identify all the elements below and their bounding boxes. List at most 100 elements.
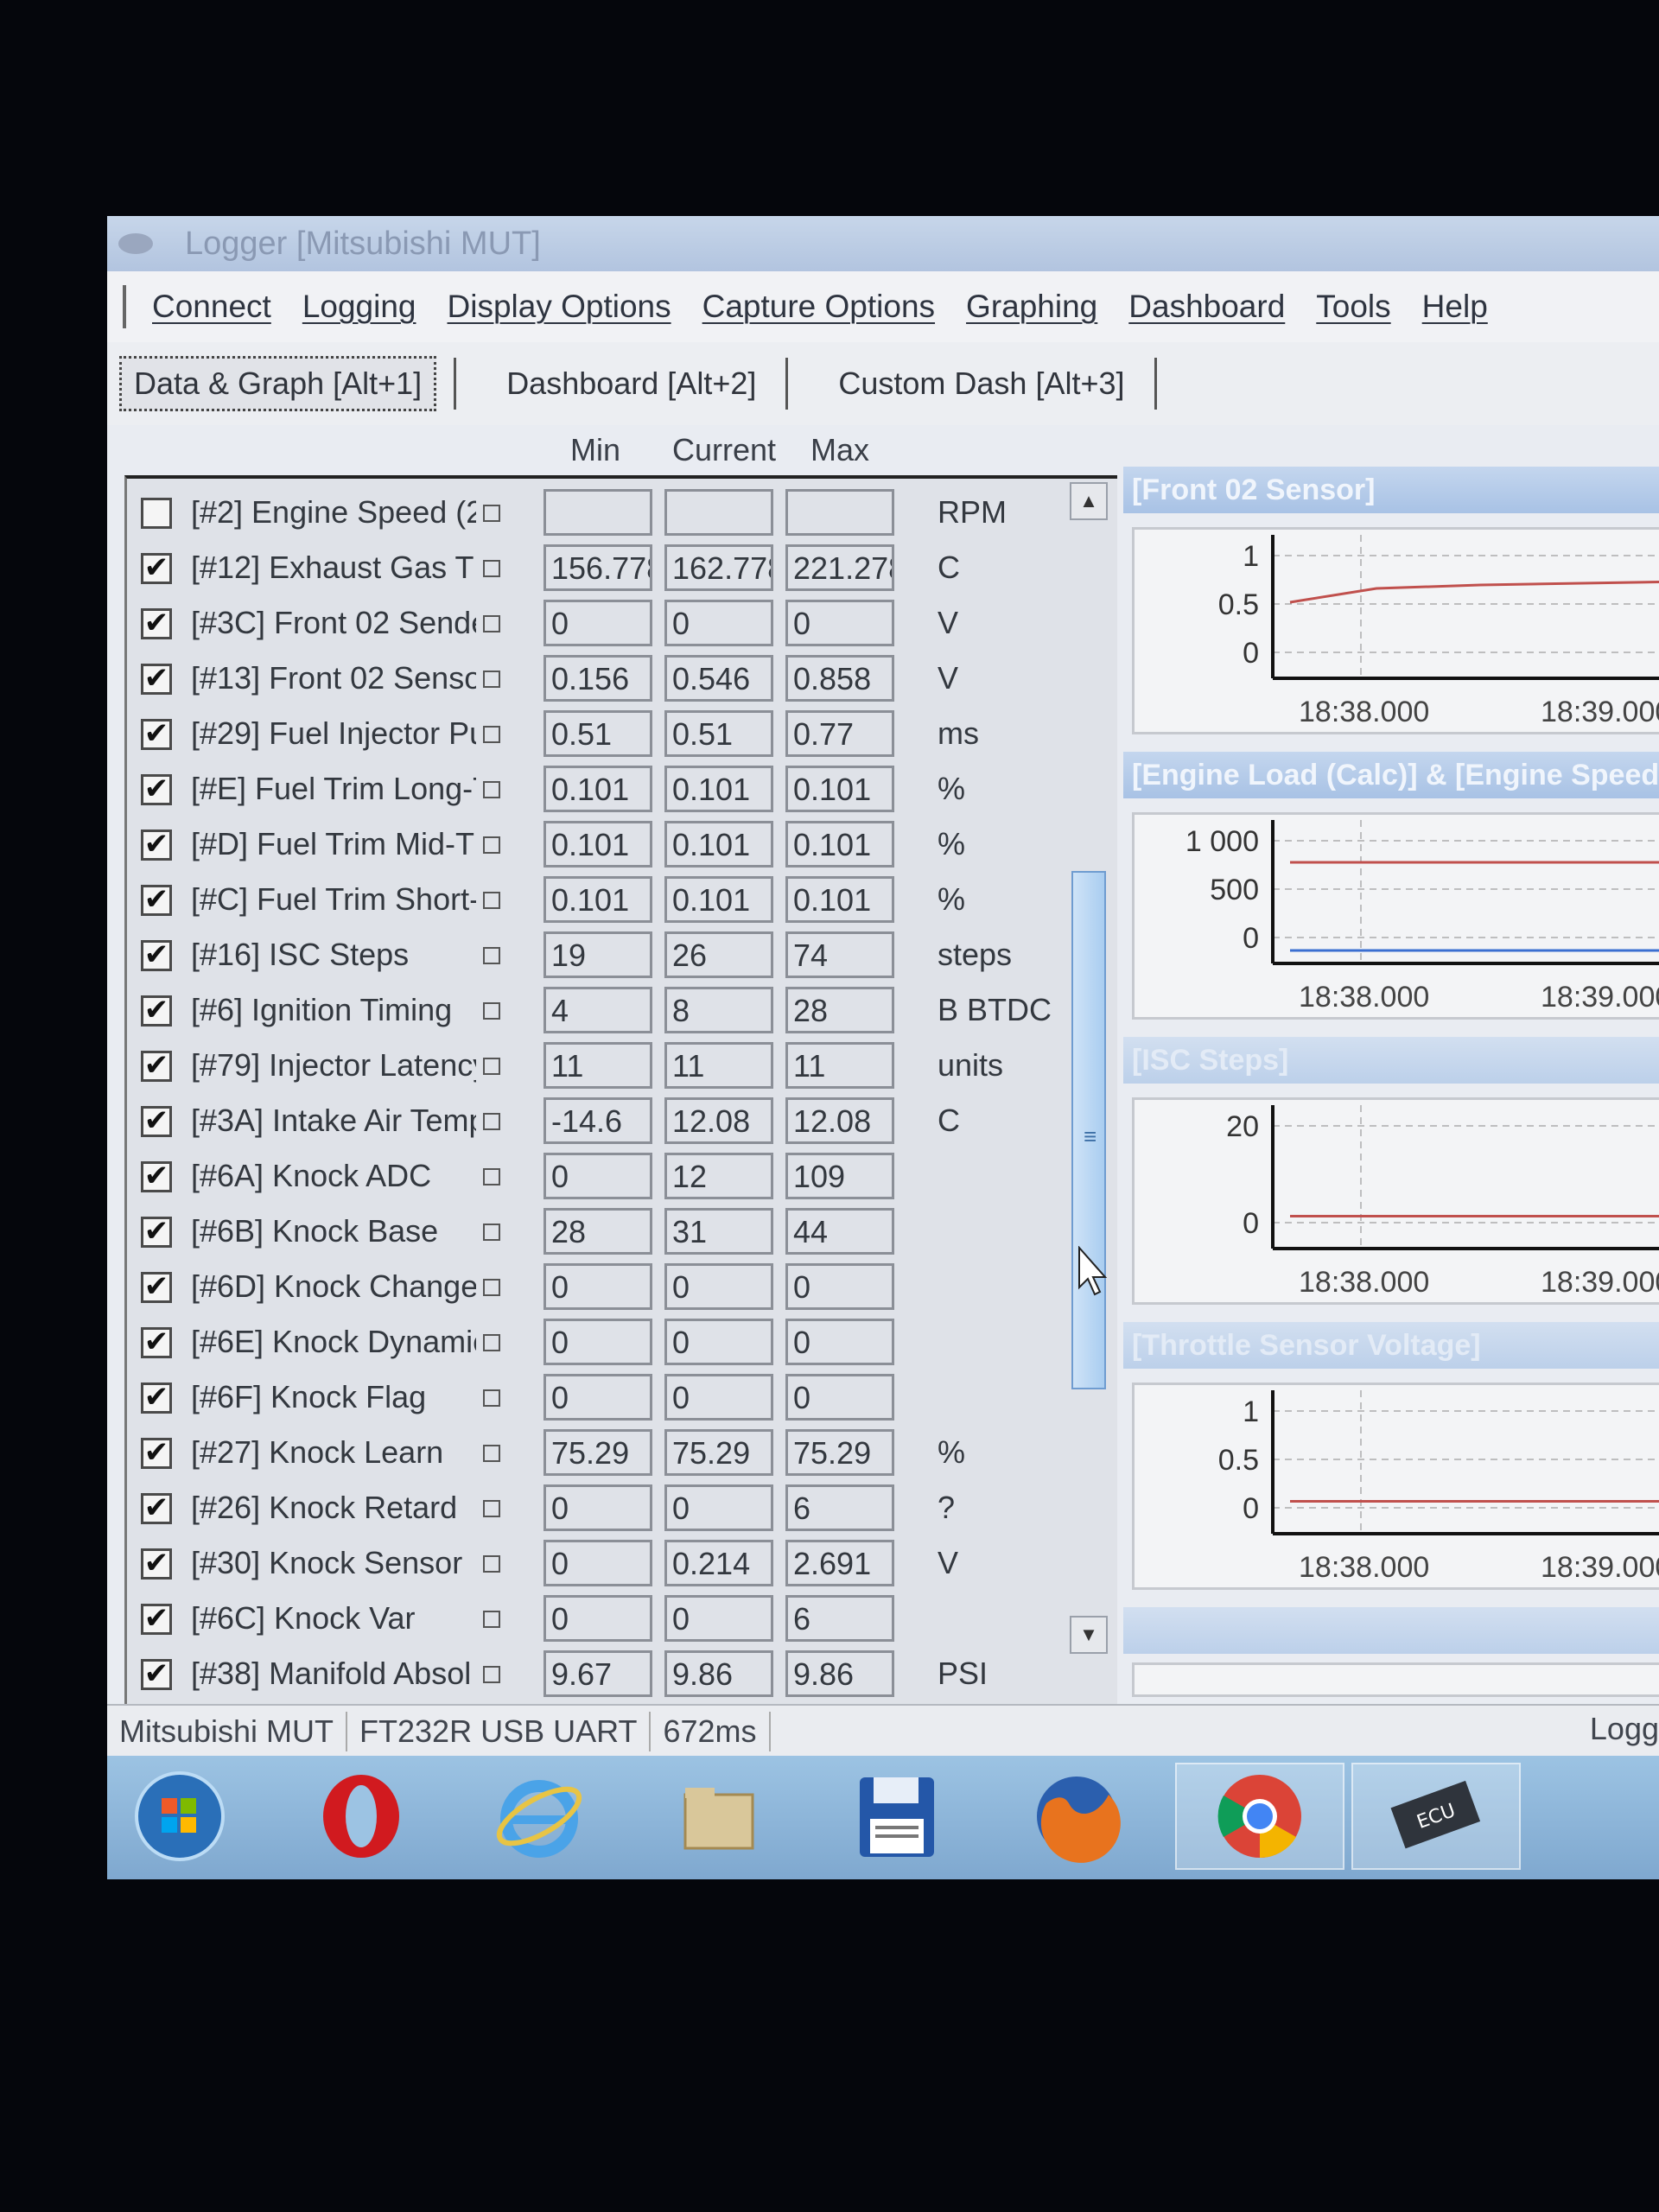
row-checkbox[interactable]: ✔ — [141, 995, 172, 1027]
row-options-icon[interactable] — [483, 560, 500, 577]
opera-icon[interactable] — [306, 1763, 416, 1870]
row-checkbox[interactable]: ✔ — [141, 885, 172, 916]
parameter-row[interactable]: ✔ [#16] ISC Steps 19 26 74 steps — [127, 928, 1077, 983]
row-checkbox[interactable]: ✔ — [141, 830, 172, 861]
row-options-icon[interactable] — [483, 1168, 500, 1185]
row-checkbox[interactable] — [141, 498, 172, 529]
row-options-icon[interactable] — [483, 947, 500, 964]
row-checkbox[interactable]: ✔ — [141, 1493, 172, 1524]
scroll-thumb[interactable]: ≡ — [1071, 871, 1106, 1389]
parameter-name: [#27] Knock Learn — [191, 1434, 444, 1470]
row-checkbox[interactable]: ✔ — [141, 1051, 172, 1082]
parameter-row[interactable]: ✔ [#6E] Knock Dynamic 0 0 0 — [127, 1315, 1077, 1370]
menu-dashboard[interactable]: Dashboard — [1128, 289, 1285, 325]
value-max: 109 — [785, 1153, 894, 1199]
start-orb-icon[interactable] — [124, 1763, 235, 1870]
parameter-row[interactable]: [#2] Engine Speed (2 RPM — [127, 486, 1077, 541]
row-options-icon[interactable] — [483, 892, 500, 909]
parameter-row[interactable]: ✔ [#6D] Knock Change 0 0 0 — [127, 1260, 1077, 1315]
menu-capture-options[interactable]: Capture Options — [702, 289, 935, 325]
menu-graphing[interactable]: Graphing — [966, 289, 1097, 325]
menu-tools[interactable]: Tools — [1316, 289, 1390, 325]
row-options-icon[interactable] — [483, 1279, 500, 1296]
row-checkbox[interactable]: ✔ — [141, 719, 172, 750]
file-explorer-icon[interactable] — [664, 1763, 774, 1870]
row-checkbox[interactable]: ✔ — [141, 664, 172, 695]
parameter-row[interactable]: ✔ [#29] Fuel Injector Pu 0.51 0.51 0.77 ms — [127, 707, 1077, 762]
row-options-icon[interactable] — [483, 671, 500, 688]
row-checkbox[interactable]: ✔ — [141, 1161, 172, 1192]
value-current: 9.86 — [664, 1650, 773, 1697]
value-max: 0.101 — [785, 821, 894, 868]
menu-logging[interactable]: Logging — [302, 289, 416, 325]
row-checkbox[interactable]: ✔ — [141, 1327, 172, 1358]
value-max: 0 — [785, 1319, 894, 1365]
parameter-row[interactable]: ✔ [#26] Knock Retard 0 0 6? — [127, 1481, 1077, 1536]
row-options-icon[interactable] — [483, 505, 500, 522]
chrome-icon[interactable] — [1175, 1763, 1344, 1870]
tab-custom-dash[interactable]: Custom Dash [Alt+3] — [826, 359, 1136, 409]
parameter-row[interactable]: ✔ [#6A] Knock ADC 0 12 109 — [127, 1149, 1077, 1205]
internet-explorer-icon[interactable] — [484, 1763, 594, 1870]
graph-panel: [ISC Steps] 20 0 18:38.000 18:39.000 — [1123, 1037, 1659, 1313]
firefox-icon[interactable] — [1021, 1763, 1132, 1870]
row-options-icon[interactable] — [483, 615, 500, 632]
row-checkbox[interactable]: ✔ — [141, 1548, 172, 1580]
scroll-down-arrow-icon[interactable]: ▼ — [1070, 1616, 1108, 1654]
row-checkbox[interactable]: ✔ — [141, 608, 172, 639]
row-options-icon[interactable] — [483, 726, 500, 743]
parameter-row[interactable]: ✔ [#27] Knock Learn 75.29 75.29 75.29% — [127, 1426, 1077, 1481]
menu-help[interactable]: Help — [1422, 289, 1488, 325]
row-checkbox[interactable]: ✔ — [141, 1217, 172, 1248]
tab-data-graph[interactable]: Data & Graph [Alt+1] — [119, 356, 437, 411]
parameter-name: [#26] Knock Retard — [191, 1490, 458, 1525]
row-checkbox[interactable]: ✔ — [141, 1272, 172, 1303]
row-checkbox[interactable]: ✔ — [141, 774, 172, 805]
row-checkbox[interactable]: ✔ — [141, 553, 172, 584]
row-checkbox[interactable]: ✔ — [141, 940, 172, 971]
row-options-icon[interactable] — [483, 1334, 500, 1351]
parameter-row[interactable]: ✔ [#C] Fuel Trim Short- 0.101 0.101 0.101% — [127, 873, 1077, 928]
parameter-row[interactable]: ✔ [#6C] Knock Var 0 0 6 — [127, 1592, 1077, 1647]
row-options-icon[interactable] — [483, 1611, 500, 1628]
row-checkbox[interactable]: ✔ — [141, 1659, 172, 1690]
ecu-chip-icon[interactable]: ECU — [1351, 1763, 1521, 1870]
row-options-icon[interactable] — [483, 1555, 500, 1573]
parameter-row[interactable]: ✔ [#79] Injector Latency 11 11 11 units — [127, 1039, 1077, 1094]
vertical-scrollbar[interactable]: ▲ ≡ ▼ — [1070, 482, 1108, 1879]
row-options-icon[interactable] — [483, 1113, 500, 1130]
row-options-icon[interactable] — [483, 1058, 500, 1075]
row-options-icon[interactable] — [483, 1666, 500, 1683]
row-checkbox[interactable]: ✔ — [141, 1106, 172, 1137]
row-options-icon[interactable] — [483, 1389, 500, 1407]
row-options-icon[interactable] — [483, 836, 500, 854]
parameter-row[interactable]: ✔ [#30] Knock Sensor 0 0.214 2.691 V — [127, 1536, 1077, 1592]
parameter-row[interactable]: ✔ [#12] Exhaust Gas T 156.778 162.778 221.27… — [127, 541, 1077, 596]
row-options-icon[interactable] — [483, 1002, 500, 1020]
row-options-icon[interactable] — [483, 1445, 500, 1462]
row-options-icon[interactable] — [483, 1224, 500, 1241]
row-options-icon[interactable] — [483, 781, 500, 798]
parameter-row[interactable]: ✔ [#13] Front 02 Sensor 0.156 0.546 0.858 V — [127, 652, 1077, 707]
parameter-row[interactable]: ✔ [#38] Manifold Absol 9.67 9.86 9.86 PSI — [127, 1647, 1077, 1702]
tab-dashboard[interactable]: Dashboard [Alt+2] — [494, 359, 768, 409]
parameter-row[interactable]: ✔ [#3A] Intake Air Temp -14.6 12.08 12.08 C — [127, 1094, 1077, 1149]
save-disk-icon[interactable] — [842, 1763, 952, 1870]
x-tick-label: 18:39.000 — [1541, 696, 1659, 728]
value-min: 0.101 — [543, 766, 652, 812]
parameter-row[interactable]: ✔ [#D] Fuel Trim Mid-T 0.101 0.101 0.101% — [127, 817, 1077, 873]
scroll-up-arrow-icon[interactable]: ▲ — [1070, 482, 1108, 520]
value-max: 12.08 — [785, 1097, 894, 1144]
menu-display-options[interactable]: Display Options — [448, 289, 671, 325]
menu-connect[interactable]: Connect — [152, 289, 271, 325]
row-options-icon[interactable] — [483, 1500, 500, 1517]
row-checkbox[interactable]: ✔ — [141, 1382, 172, 1414]
parameter-row[interactable]: ✔ [#6] Ignition Timing 4 8 28 B BTDC — [127, 983, 1077, 1039]
parameter-row[interactable]: ✔ [#3C] Front 02 Sende 0 0 0 V — [127, 596, 1077, 652]
row-checkbox[interactable]: ✔ — [141, 1604, 172, 1635]
tab-separator — [1154, 358, 1157, 410]
row-checkbox[interactable]: ✔ — [141, 1438, 172, 1469]
parameter-row[interactable]: ✔ [#6B] Knock Base 28 31 44 — [127, 1205, 1077, 1260]
parameter-row[interactable]: ✔ [#E] Fuel Trim Long-T 0.101 0.101 0.101% — [127, 762, 1077, 817]
parameter-row[interactable]: ✔ [#6F] Knock Flag 0 0 0 — [127, 1370, 1077, 1426]
